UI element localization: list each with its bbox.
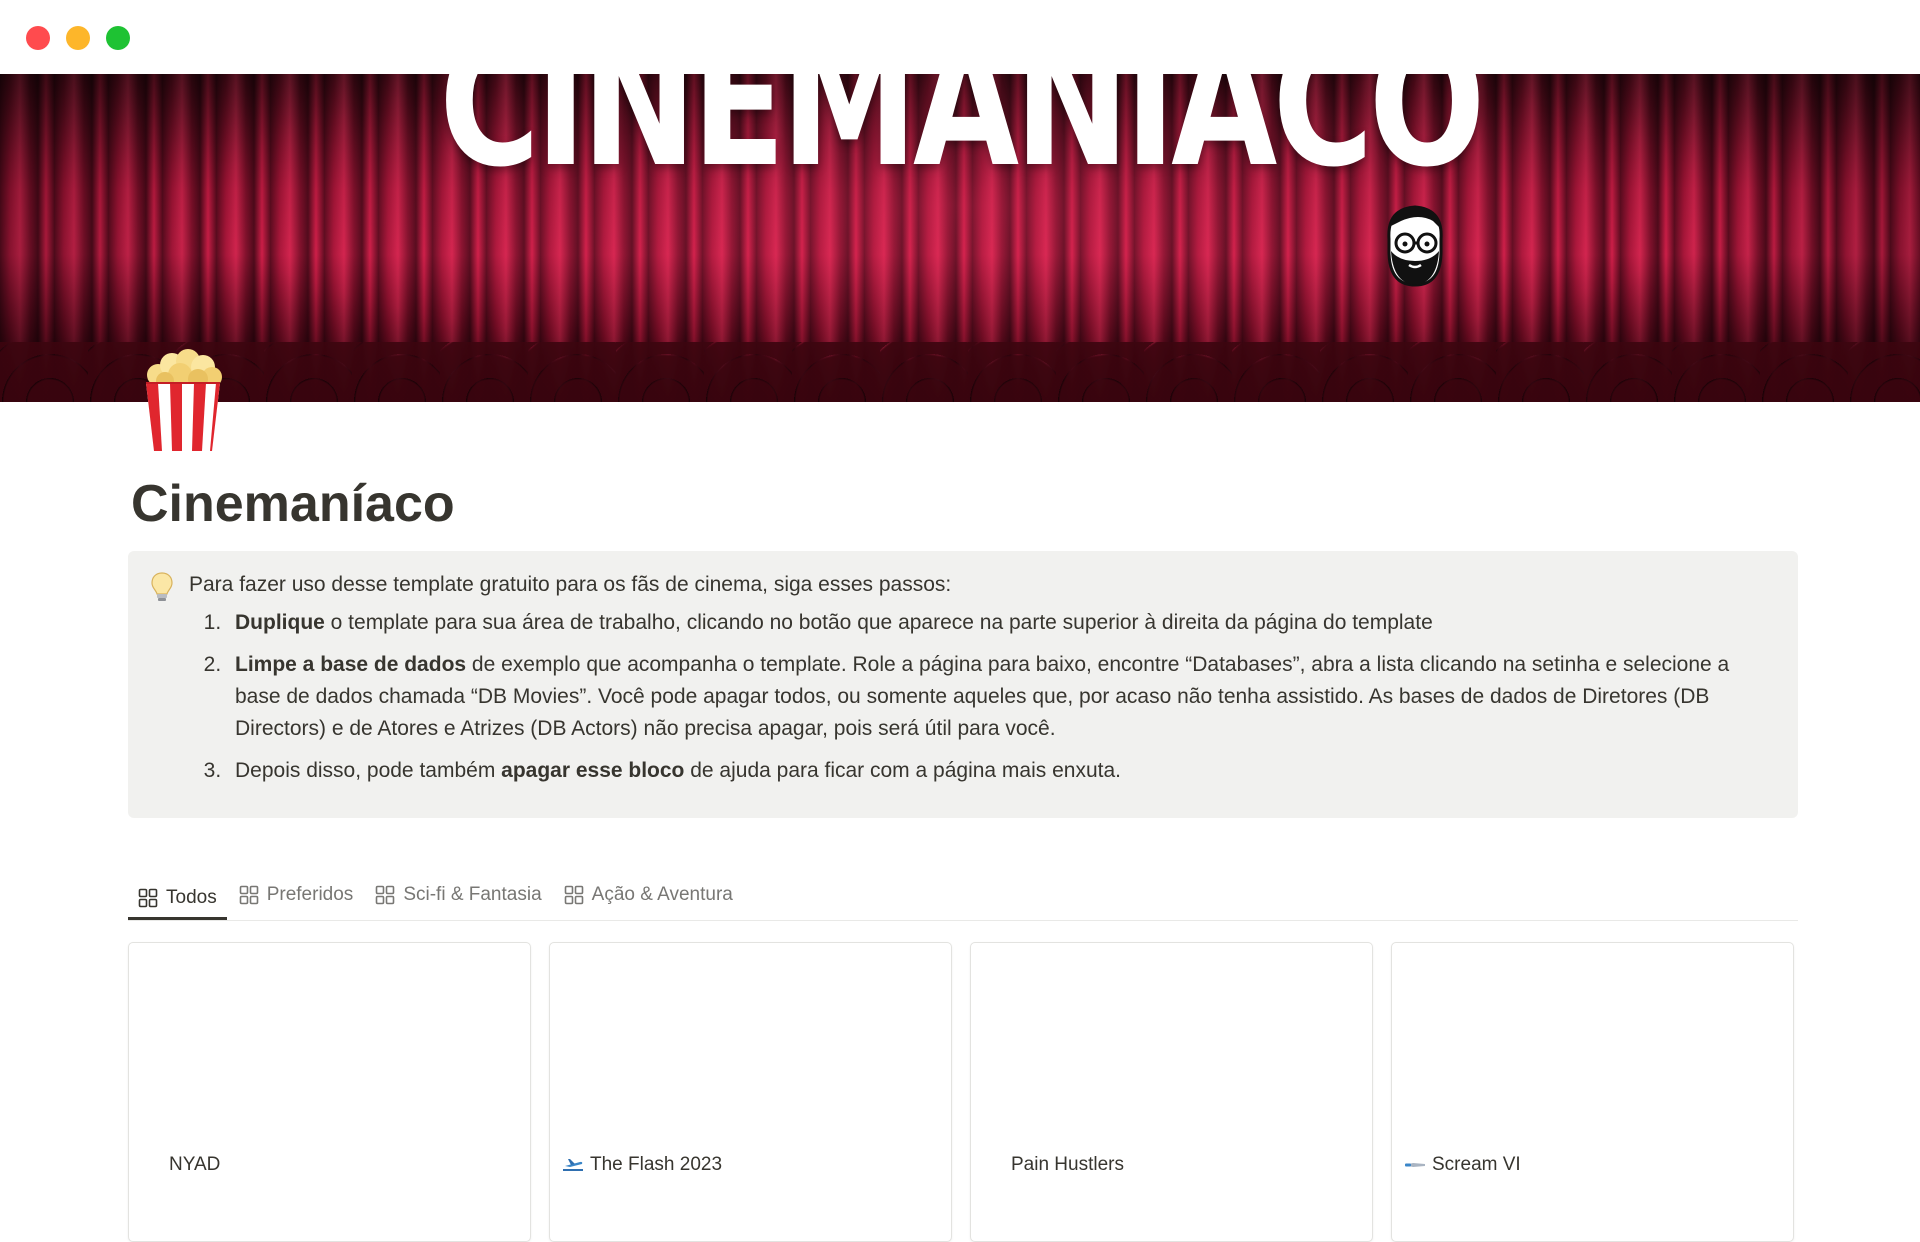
tab-sci-fi-fantasia[interactable]: Sci-fi & Fantasia [365,872,551,912]
card-title: Scream VI [1432,1154,1521,1175]
callout-step-2: Limpe a base de dados de exemplo que aco… [227,649,1774,745]
card-title-row: The Flash 2023 [562,1154,722,1176]
gallery-cards: NYAD The Flash 2023 Pain Hustlers Scream… [128,942,1798,1242]
card-title-row: Pain Hustlers [983,1154,1124,1176]
card-icon-placeholder [983,1157,1005,1173]
callout-intro: Para fazer uso desse template gratuito p… [189,573,952,596]
card-title: Pain Hustlers [1011,1154,1124,1175]
cover-title: CINEMANÍACO [439,74,1485,206]
callout-step-1: Duplique o template para sua área de tra… [227,607,1774,639]
callout-step-3-text: de ajuda para ficar com a página mais en… [684,759,1121,782]
callout-steps: Duplique o template para sua área de tra… [189,607,1774,787]
callout-step-2-bold: Limpe a base de dados [235,653,467,676]
gallery-card[interactable]: NYAD [128,942,531,1242]
card-title: The Flash 2023 [590,1154,723,1175]
plane-icon [563,1159,583,1171]
callout-step-3-bold: apagar esse bloco [501,759,685,782]
card-title: NYAD [169,1154,221,1175]
tab-preferidos[interactable]: Preferidos [229,872,364,912]
zoom-window-button[interactable] [106,26,130,50]
gallery-icon [376,885,395,905]
bearded-man-sticker-icon [1387,205,1443,287]
card-title-row: Scream VI [1404,1154,1521,1176]
callout-step-3-prefix: Depois disso, pode também [235,759,502,782]
popcorn-icon[interactable] [140,345,226,455]
tab-label: Sci-fi & Fantasia [403,884,542,905]
tab-acao-aventura[interactable]: Ação & Aventura [554,872,743,912]
tab-label: Todos [166,886,217,908]
tab-label: Preferidos [266,884,354,905]
card-icon-placeholder [141,1157,163,1173]
gallery-card[interactable]: The Flash 2023 [549,942,952,1242]
window-titlebar [0,0,1920,74]
knife-icon [1405,1163,1425,1167]
help-callout: Para fazer uso desse template gratuito p… [128,551,1798,818]
page-title[interactable]: Cinemaníaco [131,472,455,536]
cover-seats [0,342,1920,402]
callout-step-3: Depois disso, pode também apagar esse bl… [227,755,1774,787]
callout-step-1-text: o template para sua área de trabalho, cl… [324,611,1433,634]
tab-todos[interactable]: Todos [128,872,227,920]
gallery-card[interactable]: Pain Hustlers [970,942,1373,1242]
gallery-icon [564,885,583,905]
minimize-window-button[interactable] [66,26,90,50]
lightbulb-icon [151,572,173,601]
callout-step-1-bold: Duplique [235,611,325,634]
page-cover-image[interactable]: CINEMANÍACO [0,74,1920,402]
gallery-card[interactable]: Scream VI [1391,942,1794,1242]
gallery-icon [239,885,259,905]
database-view-tabs: Todos Preferidos Sci-fi & Fantasia Ação … [128,872,1798,921]
tab-label: Ação & Aventura [591,884,733,905]
gallery-icon [138,888,158,907]
card-title-row: NYAD [141,1154,220,1176]
close-window-button[interactable] [26,26,50,50]
